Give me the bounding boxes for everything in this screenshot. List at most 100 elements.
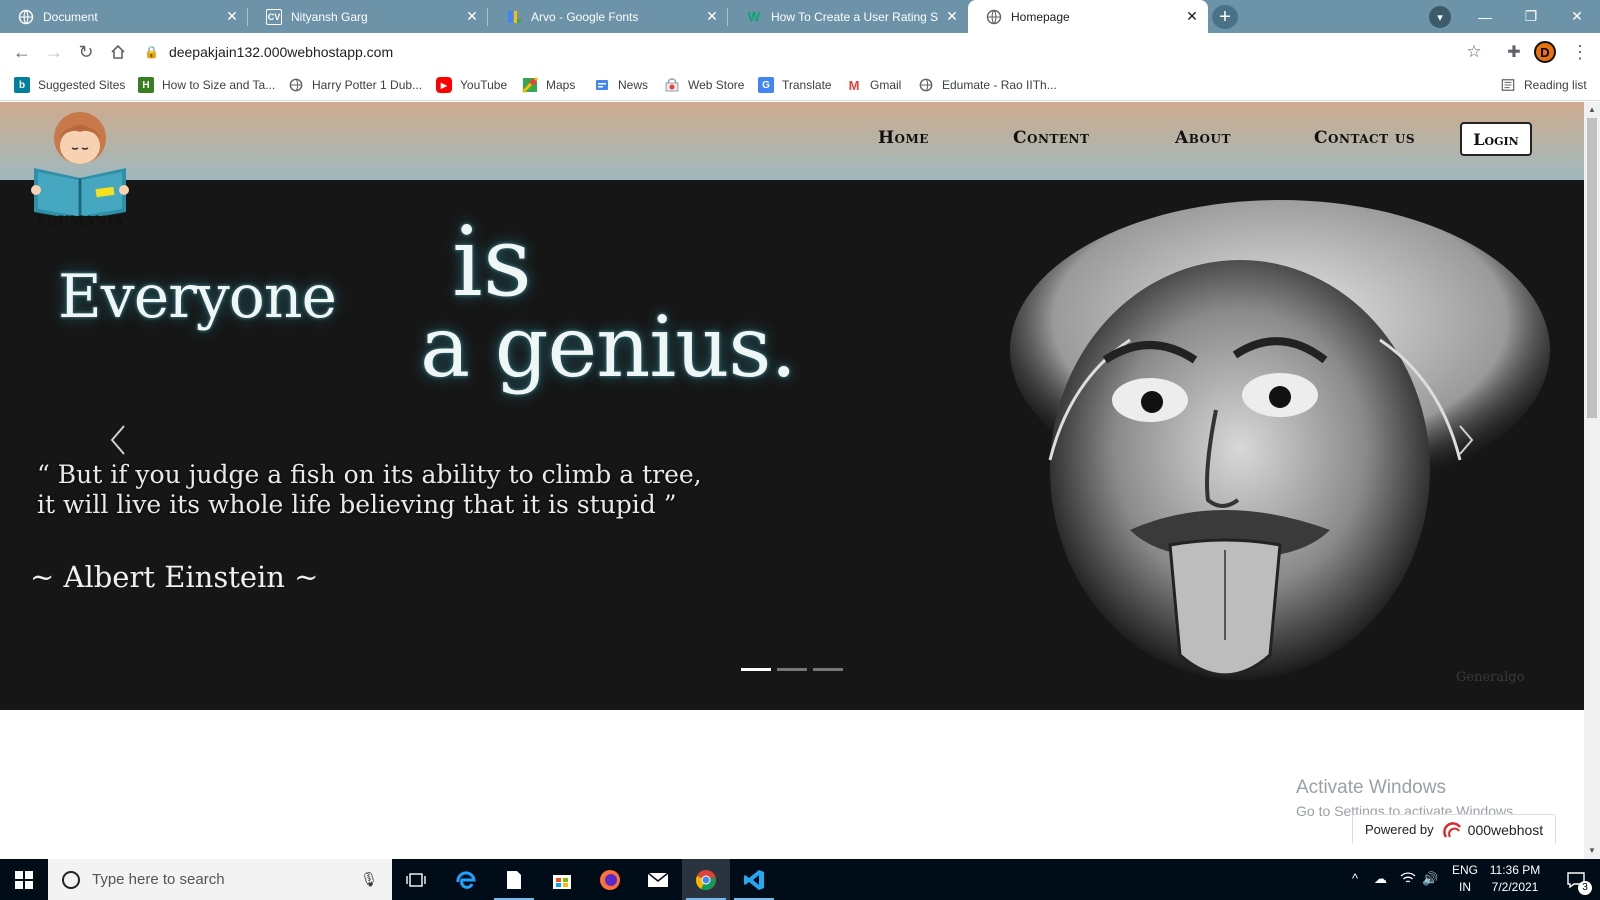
bookmark-label: Web Store — [688, 78, 745, 92]
maps-icon — [522, 77, 538, 93]
carousel-prev-button[interactable] — [104, 420, 134, 460]
carousel-indicator-2[interactable] — [777, 668, 807, 671]
close-window-button[interactable]: ✕ — [1554, 0, 1600, 33]
tab-title: Homepage — [1011, 9, 1070, 24]
slide-headline-everyone: Everyone — [58, 262, 337, 332]
bookmark-youtube[interactable]: ▶ YouTube — [436, 77, 507, 93]
bookmark-gmail[interactable]: M Gmail — [846, 77, 902, 93]
bookmark-translate[interactable]: G Translate — [758, 77, 832, 93]
start-button[interactable] — [0, 859, 48, 900]
mail-icon — [647, 871, 669, 887]
page-scrollbar[interactable]: ▲ ▼ — [1584, 102, 1600, 859]
star-icon: ☆ — [1466, 42, 1482, 61]
menu-button[interactable]: ⋮ — [1566, 38, 1594, 66]
scroll-up-icon[interactable]: ▲ — [1587, 105, 1597, 115]
close-tab-icon[interactable]: ✕ — [704, 8, 720, 25]
show-hidden-icons-chevron-icon[interactable]: ^ — [1352, 871, 1358, 886]
globe-icon — [986, 9, 1002, 25]
tab-user-rating[interactable]: W How To Create a User Rating Sco ✕ — [728, 0, 968, 33]
bookmark-suggested-sites[interactable]: b Suggested Sites — [14, 77, 125, 93]
home-button[interactable] — [104, 38, 132, 66]
minimize-button[interactable]: — — [1462, 0, 1508, 33]
site-navbar: Home Content About Contact us Login — [0, 102, 1584, 180]
taskbar-store[interactable] — [538, 859, 586, 900]
language-indicator[interactable]: ENG IN — [1450, 862, 1480, 896]
arrow-right-icon: → — [45, 41, 63, 62]
bookmark-how-to-size[interactable]: H How to Size and Ta... — [138, 77, 275, 93]
close-tab-icon[interactable]: ✕ — [944, 8, 960, 25]
scroll-thumb[interactable] — [1587, 118, 1597, 418]
carousel-next-button[interactable] — [1450, 420, 1480, 460]
tab-nityansh-garg[interactable]: CV Nityansh Garg ✕ — [248, 0, 488, 33]
reading-list-button[interactable]: Reading list — [1500, 77, 1587, 93]
taskbar-chrome[interactable] — [682, 859, 730, 900]
000webhost-logo-icon — [1442, 821, 1464, 839]
tab-search-button[interactable]: ▾ — [1429, 6, 1451, 28]
scroll-down-icon[interactable]: ▼ — [1587, 846, 1597, 856]
bookmark-label: How to Size and Ta... — [162, 78, 276, 92]
tab-homepage[interactable]: Homepage ✕ — [968, 0, 1208, 33]
reload-button[interactable]: ↻ — [72, 38, 100, 66]
bookmark-news[interactable]: News — [594, 77, 648, 93]
chevron-left-icon — [110, 425, 125, 455]
slide-watermark: Generalgo — [1456, 670, 1525, 685]
firefox-icon — [600, 869, 620, 890]
microphone-icon[interactable]: 🎙 — [360, 871, 378, 888]
extensions-button[interactable]: ✚ — [1500, 38, 1528, 66]
news-icon — [594, 77, 610, 93]
tab-document[interactable]: Document ✕ — [0, 0, 248, 33]
bookmark-web-store[interactable]: Web Store — [664, 77, 744, 93]
nav-about[interactable]: About — [1175, 128, 1231, 148]
taskbar-mail[interactable] — [634, 859, 682, 900]
bookmark-harry-potter[interactable]: Harry Potter 1 Dub... — [288, 77, 422, 93]
profile-avatar[interactable]: D — [1534, 41, 1556, 63]
bookmark-label: Maps — [546, 78, 576, 92]
bookmark-edumate[interactable]: Edumate - Rao IITh... — [918, 77, 1057, 93]
task-view-button[interactable] — [392, 859, 440, 900]
taskbar-search-input[interactable]: Type here to search 🎙 — [48, 859, 392, 900]
onedrive-icon[interactable]: ☁ — [1374, 871, 1387, 887]
close-tab-icon[interactable]: ✕ — [224, 8, 240, 25]
taskbar-firefox[interactable] — [586, 859, 634, 900]
forward-button[interactable]: → — [40, 38, 68, 66]
bookmark-star-button[interactable]: ☆ — [1460, 38, 1488, 66]
close-tab-icon[interactable]: ✕ — [464, 8, 480, 25]
taskbar-file[interactable] — [490, 859, 538, 900]
bookmark-maps[interactable]: Maps — [522, 77, 575, 93]
bookmark-label: Translate — [782, 78, 832, 92]
carousel-indicator-3[interactable] — [813, 668, 843, 671]
reload-icon: ↻ — [78, 41, 94, 62]
globe-icon — [918, 77, 934, 93]
close-tab-icon[interactable]: ✕ — [1184, 8, 1200, 25]
windows-logo-icon — [15, 870, 33, 889]
quote-line: it will live its whole life believing th… — [37, 490, 677, 519]
nav-home[interactable]: Home — [878, 128, 929, 148]
new-tab-button[interactable]: + — [1212, 5, 1238, 29]
powered-by-badge[interactable]: Powered by 000webhost — [1352, 814, 1556, 844]
carousel-indicator-1[interactable] — [741, 668, 771, 671]
slide-quote: “ But if you judge a fish on its ability… — [37, 460, 937, 520]
action-center-button[interactable]: 3 — [1552, 859, 1600, 900]
nav-content[interactable]: Content — [1013, 128, 1089, 148]
bing-icon: b — [14, 77, 30, 93]
site-logo[interactable]: EDUMANIA — [28, 108, 132, 232]
tab-arvo-google-fonts[interactable]: Arvo - Google Fonts ✕ — [488, 0, 728, 33]
bookmark-label: Edumate - Rao IITh... — [942, 78, 1057, 92]
address-bar[interactable]: 🔒 deepakjain132.000webhostapp.com — [144, 38, 1464, 66]
nav-contact-us[interactable]: Contact us — [1314, 128, 1415, 148]
wifi-icon[interactable] — [1400, 871, 1416, 888]
arrow-left-icon: ← — [13, 41, 31, 62]
windows-taskbar: Type here to search 🎙 ^ ☁ 🔊 ENG IN 11:36… — [0, 859, 1600, 900]
restore-button[interactable]: ❐ — [1508, 0, 1554, 33]
taskbar-clock[interactable]: 11:36 PM 7/2/2021 — [1480, 862, 1550, 896]
bookmark-label: Harry Potter 1 Dub... — [312, 78, 423, 92]
url-text: deepakjain132.000webhostapp.com — [168, 44, 394, 60]
back-button[interactable]: ← — [8, 38, 36, 66]
taskbar-edge[interactable] — [442, 859, 490, 900]
web-store-icon — [664, 77, 680, 93]
taskbar-vscode[interactable] — [730, 859, 778, 900]
volume-icon[interactable]: 🔊 — [1422, 871, 1438, 887]
bookmark-label: Gmail — [870, 78, 902, 92]
bookmark-label: News — [618, 78, 649, 92]
login-button[interactable]: Login — [1460, 122, 1532, 156]
